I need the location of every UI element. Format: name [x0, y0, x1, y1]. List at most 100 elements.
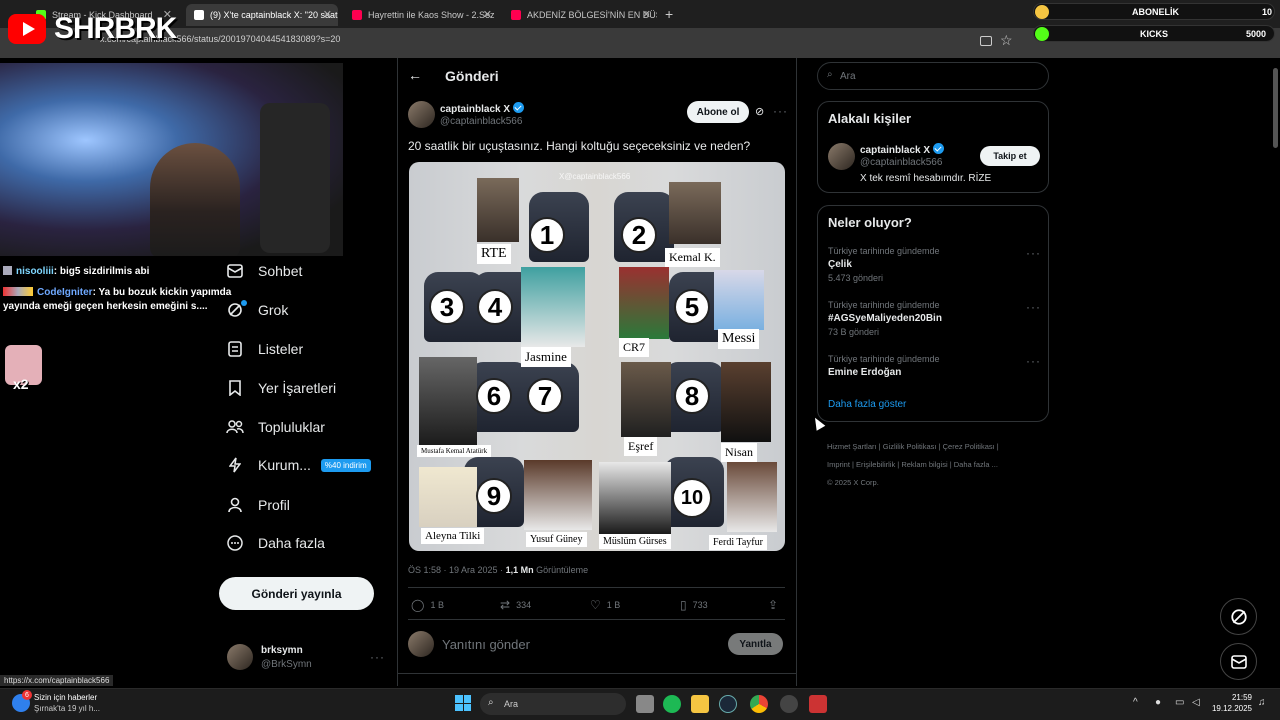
post-image[interactable]: X@captainblack566 1 2 3 4 5 6 7 8 9 10 R… [409, 162, 785, 551]
trend-item[interactable]: Türkiye tarihinde gündemde #AGSyeMaliyed… [828, 300, 1041, 337]
divider [397, 673, 797, 674]
nav-item-more[interactable]: Daha fazla [226, 534, 325, 552]
news-title[interactable]: Sizin için haberler [34, 693, 97, 702]
tab-label: (9) X'te captainblack X: "20 saat [210, 10, 338, 20]
close-icon[interactable]: ✕ [323, 8, 332, 21]
task-view-icon[interactable] [636, 695, 654, 713]
person-photo [524, 460, 592, 530]
footer-link[interactable]: Reklam bilgisi [901, 460, 947, 469]
footer-link[interactable]: Gizlilik Politikası [883, 442, 937, 451]
app-icon[interactable] [780, 695, 798, 713]
nav-item-grok[interactable]: Grok [226, 301, 288, 319]
chat-message: nisooliii: big5 sizdirilmis abi [3, 266, 149, 277]
reply-input[interactable]: Yanıtını gönder [442, 637, 530, 652]
nav-label: Topluluklar [258, 419, 325, 435]
cast-icon[interactable] [980, 36, 992, 46]
nav-item-premium[interactable]: Kurum... %40 indirim [226, 456, 371, 474]
chat-message: CodeIgniter: Ya bu bozuk kickin yapımda … [3, 286, 233, 314]
close-icon[interactable]: ✕ [642, 8, 651, 21]
trend-meta: Türkiye tarihinde gündemde [828, 300, 940, 310]
back-arrow-icon[interactable]: ← [408, 67, 422, 83]
author-name[interactable]: captainblack X [440, 102, 525, 115]
related-avatar[interactable] [828, 143, 855, 170]
volume-icon[interactable]: ◁ [1192, 697, 1200, 708]
footer-link[interactable]: Daha fazla ... [954, 460, 998, 469]
emote-multiplier: x2 [13, 376, 29, 392]
tab-youtube-akdeniz[interactable]: AKDENİZ BÖLGESİ'NİN EN DÜŞ ✕ [503, 4, 657, 26]
kicks-counter: KICKS 5000 [1033, 25, 1275, 42]
account-menu-button[interactable]: ··· [370, 650, 385, 664]
person-label: Eşref [624, 437, 658, 456]
microphone-icon[interactable]: ● [1155, 697, 1161, 708]
nav-item-bookmarks[interactable]: Yer İşaretleri [226, 379, 336, 397]
author-name-text: captainblack X [440, 104, 511, 115]
show-more-link[interactable]: Daha fazla göster [828, 399, 906, 410]
nav-item-chat[interactable]: Sohbet [226, 262, 302, 280]
avatar[interactable] [227, 644, 253, 670]
grok-fab-button[interactable] [1220, 598, 1257, 635]
chrome-icon[interactable] [750, 695, 768, 713]
trend-menu-button[interactable]: ··· [1026, 300, 1041, 314]
notification-bell-icon[interactable]: ♫ [1258, 697, 1266, 708]
seat-number: 7 [527, 378, 563, 414]
reply-button[interactable]: ◯ 1 B [411, 598, 444, 612]
streamer [150, 143, 240, 256]
messages-fab-button[interactable] [1220, 643, 1257, 680]
search-input[interactable]: ⌕ Ara [817, 62, 1049, 90]
file-explorer-icon[interactable] [691, 695, 709, 713]
spotify-icon[interactable] [663, 695, 681, 713]
subscribe-button[interactable]: Abone ol [687, 101, 749, 123]
channel-logo-text: SHRBRK [54, 12, 177, 45]
post-menu-button[interactable]: ··· [773, 104, 788, 118]
person-photo [477, 178, 519, 242]
app-icon[interactable] [809, 695, 827, 713]
close-icon[interactable]: ✕ [483, 8, 492, 21]
trend-item[interactable]: Türkiye tarihinde gündemde Çelik 5.473 g… [828, 246, 1041, 283]
coin-icon [1035, 5, 1049, 19]
footer-link[interactable]: Imprint [827, 460, 850, 469]
grok-icon[interactable]: ⊘ [755, 105, 764, 118]
verified-icon [513, 102, 525, 113]
related-name[interactable]: captainblack X [860, 143, 945, 156]
nav-item-profile[interactable]: Profil [226, 496, 290, 514]
trend-name: Çelik [828, 259, 852, 270]
bookmark-button[interactable]: ▯ 733 [680, 598, 708, 612]
nav-item-communities[interactable]: Topluluklar [226, 418, 325, 436]
footer-link[interactable]: Erişilebilirlik [856, 460, 895, 469]
related-name-text: captainblack X [860, 145, 931, 156]
clock-date[interactable]: 19.12.2025 [1209, 704, 1252, 713]
like-button[interactable]: ♡ 1 B [590, 598, 620, 612]
reply-count: 1 B [430, 600, 444, 610]
footer-link[interactable]: Hizmet Şartları [827, 442, 877, 451]
taskbar-search[interactable]: ⌕ Ara [480, 693, 626, 715]
webcam-feed [0, 63, 343, 256]
person-label: Messi [718, 329, 760, 349]
footer-link[interactable]: Çerez Politikası [943, 442, 995, 451]
windows-start-icon[interactable] [455, 695, 471, 711]
tab-x-post[interactable]: (9) X'te captainblack X: "20 saat ✕ [186, 4, 338, 26]
trend-menu-button[interactable]: ··· [1026, 354, 1041, 368]
repost-button[interactable]: ⇄ 334 [500, 598, 531, 612]
person-label: Ferdi Tayfur [709, 535, 767, 550]
tab-youtube-kaos[interactable]: Hayrettin ile Kaos Show - 2.Sez ✕ [344, 4, 498, 26]
author-avatar[interactable] [408, 101, 435, 128]
nav-label: Kurum... [258, 457, 311, 473]
network-icon[interactable]: ▭ [1175, 697, 1184, 708]
verified-icon [933, 143, 945, 154]
reply-submit-button[interactable]: Yanıtla [728, 633, 783, 655]
share-button[interactable]: ⇪ [768, 598, 778, 612]
scrollbar[interactable] [1273, 68, 1278, 148]
star-icon[interactable]: ☆ [1000, 32, 1013, 49]
clock-time[interactable]: 21:59 [1214, 693, 1252, 702]
search-icon: ⌕ [827, 69, 833, 80]
chevron-up-icon[interactable]: ^ [1133, 697, 1138, 708]
trend-item[interactable]: Türkiye tarihinde gündemde Emine Erdoğan… [828, 354, 1041, 378]
steam-icon[interactable] [719, 695, 737, 713]
follow-button[interactable]: Takip et [980, 146, 1040, 166]
card-title: Neler oluyor? [828, 215, 912, 230]
post-button[interactable]: Gönderi yayınla [219, 577, 374, 610]
nav-item-lists[interactable]: Listeler [226, 340, 303, 358]
new-tab-button[interactable]: + [665, 6, 673, 22]
person-photo [727, 462, 777, 532]
trend-menu-button[interactable]: ··· [1026, 246, 1041, 260]
